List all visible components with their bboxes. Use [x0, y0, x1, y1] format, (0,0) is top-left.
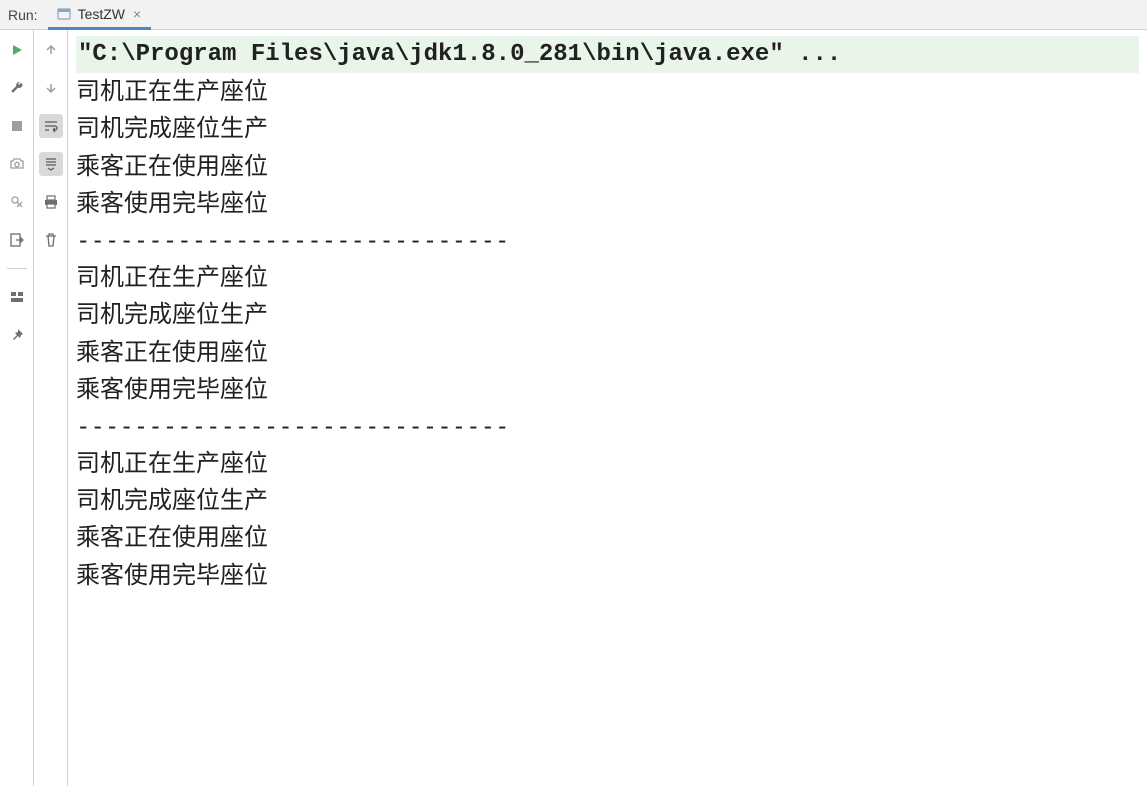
console-line: 司机正在生产座位: [76, 73, 1139, 110]
console-line: 乘客使用完毕座位: [76, 557, 1139, 594]
left-toolbar: [0, 30, 34, 786]
layout-icon[interactable]: [5, 285, 29, 309]
up-arrow-icon[interactable]: [39, 38, 63, 62]
pin-icon[interactable]: [5, 323, 29, 347]
trash-icon[interactable]: [39, 228, 63, 252]
soft-wrap-icon[interactable]: [39, 114, 63, 138]
console-line: 乘客正在使用座位: [76, 519, 1139, 556]
console-toolbar: [34, 30, 68, 786]
console-line: 乘客正在使用座位: [76, 148, 1139, 185]
console-line: 乘客使用完毕座位: [76, 185, 1139, 222]
console-output[interactable]: "C:\Program Files\java\jdk1.8.0_281\bin\…: [68, 30, 1147, 786]
application-icon: [56, 6, 72, 22]
disconnect-icon[interactable]: [5, 190, 29, 214]
console-line: 乘客使用完毕座位: [76, 371, 1139, 408]
console-line: 司机完成座位生产: [76, 110, 1139, 147]
run-tab-label: TestZW: [78, 6, 125, 22]
console-line: ------------------------------: [76, 408, 1139, 445]
console-line: 司机完成座位生产: [76, 482, 1139, 519]
run-button[interactable]: [5, 38, 29, 62]
camera-icon[interactable]: [5, 152, 29, 176]
close-tab-icon[interactable]: ×: [131, 6, 143, 22]
console-command-line: "C:\Program Files\java\jdk1.8.0_281\bin\…: [76, 36, 1139, 73]
console-line: ------------------------------: [76, 222, 1139, 259]
exit-icon[interactable]: [5, 228, 29, 252]
scroll-to-end-icon[interactable]: [39, 152, 63, 176]
run-panel-header: Run: TestZW ×: [0, 0, 1147, 30]
print-icon[interactable]: [39, 190, 63, 214]
wrench-icon[interactable]: [5, 76, 29, 100]
console-line: 乘客正在使用座位: [76, 334, 1139, 371]
console-line: 司机完成座位生产: [76, 296, 1139, 333]
toolbar-divider: [7, 268, 27, 269]
down-arrow-icon[interactable]: [39, 76, 63, 100]
run-panel-label: Run:: [0, 7, 48, 23]
console-line: 司机正在生产座位: [76, 445, 1139, 482]
stop-button[interactable]: [5, 114, 29, 138]
run-tab[interactable]: TestZW ×: [48, 0, 152, 30]
console-line: 司机正在生产座位: [76, 259, 1139, 296]
